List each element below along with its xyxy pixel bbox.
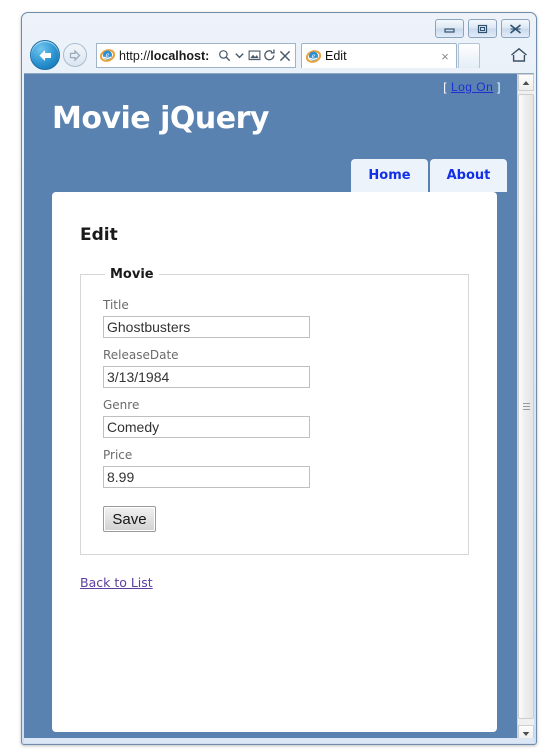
label-price: Price (103, 448, 133, 462)
restore-button[interactable] (468, 19, 497, 38)
back-arrow-icon (39, 49, 51, 61)
movie-fieldset: Movie Title ReleaseDate Genre Price Save (80, 267, 469, 555)
navigation-toolbar: e http://localhost: e Edit × (22, 39, 536, 73)
logon-area: [ Log On ] (443, 80, 501, 94)
svg-text:e: e (106, 51, 110, 59)
site-title: Movie jQuery (52, 101, 269, 136)
search-icon[interactable] (217, 46, 232, 66)
window-controls (435, 19, 530, 38)
label-genre: Genre (103, 398, 140, 412)
nav-tab-home[interactable]: Home (351, 159, 428, 192)
browser-window: e http://localhost: e Edit × [Log On] … (21, 12, 537, 745)
restore-icon (477, 24, 488, 33)
title-bar (22, 13, 536, 41)
browser-tab-edit[interactable]: e Edit × (301, 43, 457, 68)
refresh-icon[interactable] (262, 46, 277, 66)
home-icon (511, 47, 527, 62)
address-bar[interactable]: e http://localhost: (96, 43, 296, 68)
page-heading: Edit (80, 225, 118, 245)
movie-legend: Movie (110, 267, 154, 282)
main-nav: Home About (351, 159, 507, 192)
logon-bracket-open: [ (443, 80, 448, 94)
scroll-up-button[interactable] (518, 74, 534, 91)
back-button[interactable] (30, 40, 60, 70)
close-icon (510, 23, 521, 34)
input-title[interactable] (103, 316, 310, 338)
ie-favicon-icon: e (100, 46, 115, 66)
save-button[interactable]: Save (103, 506, 156, 532)
compatibility-view-icon[interactable] (247, 46, 262, 66)
address-host: localhost: (150, 48, 210, 63)
label-title: Title (103, 298, 129, 312)
status-strip (24, 738, 534, 743)
address-scheme: http:// (119, 48, 151, 63)
scrollbar-grip (523, 402, 530, 411)
input-releasedate[interactable] (103, 366, 310, 388)
nav-tab-about[interactable]: About (430, 159, 507, 192)
tab-strip: e Edit × (301, 43, 480, 68)
minimize-button[interactable] (435, 19, 464, 38)
address-text: http://localhost: (119, 49, 217, 63)
scroll-up-arrow-icon (522, 80, 530, 85)
logon-link[interactable]: Log On (451, 80, 493, 94)
page-viewport: [ Log On ] Movie jQuery Home About Edit … (24, 73, 534, 742)
web-page: [ Log On ] Movie jQuery Home About Edit … (24, 74, 517, 742)
forward-button[interactable] (63, 43, 87, 67)
scrollbar-thumb[interactable] (518, 94, 534, 719)
input-genre[interactable] (103, 416, 310, 438)
forward-arrow-icon (69, 48, 81, 62)
home-button[interactable] (508, 44, 530, 66)
content-card: Edit Movie Title ReleaseDate Genre Price… (52, 192, 497, 732)
new-tab-button[interactable] (458, 43, 480, 68)
input-price[interactable] (103, 466, 310, 488)
tab-title: Edit (325, 49, 347, 63)
close-button[interactable] (501, 19, 530, 38)
tab-close-icon[interactable]: × (438, 50, 452, 63)
dropdown-arrow-icon[interactable] (232, 46, 247, 66)
scroll-down-arrow-icon (522, 731, 530, 736)
label-releasedate: ReleaseDate (103, 348, 179, 362)
site-header: [ Log On ] Movie jQuery Home About (24, 74, 517, 192)
minimize-icon (444, 28, 455, 33)
tab-favicon-icon: e (306, 46, 321, 66)
back-to-list-link[interactable]: Back to List (80, 575, 153, 590)
page-scrollbar[interactable] (517, 74, 534, 742)
svg-text:e: e (312, 52, 316, 60)
stop-icon[interactable] (277, 46, 292, 66)
logon-bracket-close: ] (497, 80, 501, 94)
